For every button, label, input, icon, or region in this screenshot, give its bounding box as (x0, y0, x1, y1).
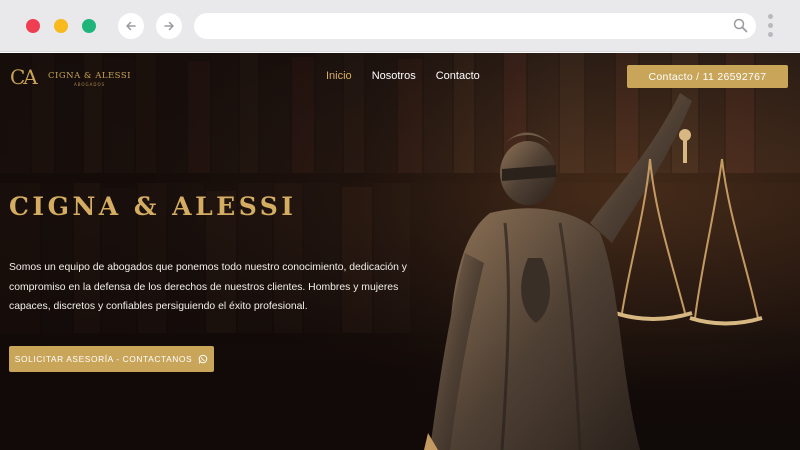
close-window-button[interactable] (26, 19, 40, 33)
forward-button[interactable] (156, 13, 182, 39)
back-arrow-icon (126, 21, 136, 31)
lady-justice-statue-image (424, 93, 763, 450)
logo-subtitle: ABOGADOS (74, 82, 106, 87)
back-button[interactable] (118, 13, 144, 39)
search-icon[interactable] (733, 18, 748, 33)
maximize-window-button[interactable] (82, 19, 96, 33)
hero-title: CIGNA & ALESSI (9, 192, 297, 221)
hero-description: Somos un equipo de abogados que ponemos … (9, 262, 408, 312)
logo-name: CIGNA & ALESSI (48, 71, 132, 81)
nav-link-nosotros[interactable]: Nosotros (372, 70, 416, 82)
cta-label: SOLICITAR ASESORÍA - CONTACTANOS (14, 354, 193, 364)
site-logo[interactable]: CA CIGNA & ALESSI ABOGADOS (10, 65, 131, 91)
address-bar[interactable] (194, 13, 756, 39)
nav-link-contacto[interactable]: Contacto (436, 70, 480, 82)
more-vertical-icon[interactable] (766, 14, 774, 40)
main-navigation: Inicio Nosotros Contacto (326, 70, 480, 82)
request-advice-button[interactable]: SOLICITAR ASESORÍA - CONTACTANOS (9, 346, 214, 372)
logo-mark: CA (10, 65, 38, 89)
website-viewport: CA CIGNA & ALESSI ABOGADOS Inicio Nosotr… (0, 53, 800, 450)
forward-arrow-icon (164, 21, 174, 31)
browser-chrome (0, 0, 800, 52)
contact-phone-button[interactable]: Contacto / 11 26592767 (627, 65, 788, 88)
nav-link-inicio[interactable]: Inicio (326, 70, 352, 82)
minimize-window-button[interactable] (54, 19, 68, 33)
whatsapp-icon (198, 354, 208, 364)
